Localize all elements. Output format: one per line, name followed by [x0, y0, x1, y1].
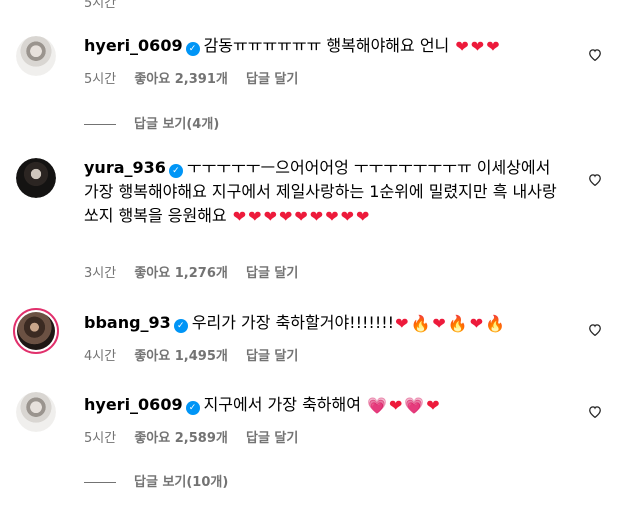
view-replies-button[interactable]: 답글 보기(4개) — [84, 113, 219, 132]
heart-emoji-icon: ❤ — [325, 207, 339, 226]
avatar[interactable] — [16, 392, 56, 432]
view-replies-label: 답글 보기(4개) — [134, 117, 220, 132]
reply-divider-line — [84, 482, 116, 483]
heart-outline-icon[interactable] — [586, 45, 604, 63]
heart-emoji-icon: ❤ — [469, 314, 484, 333]
comment-text: 우리가 가장 축하할거야!!!!!!! — [191, 313, 395, 332]
avatar[interactable] — [16, 36, 56, 76]
heart-emoji-icon: ❤ — [356, 207, 370, 226]
comment-text: 감동ㅠㅠㅠㅠㅠㅠ 행복해야해요 언니 — [203, 36, 450, 55]
fire-emoji-icon: 🔥 — [410, 314, 431, 333]
heart-outline-icon[interactable] — [586, 402, 604, 420]
comment-time[interactable]: 5시간 — [84, 431, 116, 446]
previous-comment-time: 5시간 — [84, 0, 117, 11]
comment-time[interactable]: 5시간 — [84, 72, 116, 87]
heart-emoji-icon: ❤ — [432, 314, 446, 333]
like-count[interactable]: 좋아요 2,589개 — [134, 431, 228, 446]
view-replies-label: 답글 보기(10개) — [134, 475, 229, 490]
heart-emoji-icon: ❤ — [340, 207, 354, 226]
heart-outline-icon[interactable] — [586, 320, 604, 338]
heart-emoji-icon: ❤ — [294, 207, 308, 226]
heart-emoji-icon: ❤ — [309, 207, 324, 226]
comment-username[interactable]: hyeri_0609 — [84, 36, 183, 55]
heart-emoji-icon: ❤ — [426, 396, 440, 415]
pink-heart-emoji-icon: 💗 — [367, 396, 387, 415]
pink-heart-emoji-icon: 💗 — [404, 396, 425, 415]
heart-emoji-icon: ❤ — [263, 207, 277, 226]
like-count[interactable]: 좋아요 1,276개 — [134, 266, 228, 281]
reply-divider-line — [84, 124, 116, 125]
fire-emoji-icon: 🔥 — [485, 314, 506, 333]
fire-emoji-icon: 🔥 — [447, 314, 468, 333]
reply-button[interactable]: 답글 달기 — [246, 266, 298, 281]
heart-emoji-icon: ❤ — [455, 37, 469, 56]
comment-username[interactable]: bbang_93 — [84, 313, 171, 332]
verified-badge-icon: ✓ — [168, 164, 183, 178]
reply-button[interactable]: 답글 달기 — [246, 72, 298, 87]
comment-username[interactable]: yura_936 — [84, 158, 166, 177]
heart-emoji-icon: ❤ — [486, 37, 500, 56]
comment-username[interactable]: hyeri_0609 — [84, 395, 183, 414]
heart-emoji-icon: ❤ — [278, 207, 293, 226]
comment-time[interactable]: 3시간 — [84, 266, 116, 281]
heart-emoji-icon: ❤ — [470, 37, 485, 56]
comment-text: 지구에서 가장 축하해여 — [203, 395, 361, 414]
heart-emoji-icon: ❤ — [248, 207, 262, 226]
like-count[interactable]: 좋아요 2,391개 — [134, 72, 228, 87]
heart-emoji-icon: ❤ — [232, 207, 247, 226]
avatar[interactable] — [13, 308, 59, 354]
heart-outline-icon[interactable] — [586, 170, 604, 188]
verified-badge-icon: ✓ — [185, 401, 200, 415]
like-count[interactable]: 좋아요 1,495개 — [134, 349, 228, 364]
verified-badge-icon: ✓ — [185, 42, 200, 56]
reply-button[interactable]: 답글 달기 — [246, 349, 298, 364]
heart-emoji-icon: ❤ — [388, 396, 403, 415]
avatar[interactable] — [16, 158, 56, 198]
reply-button[interactable]: 답글 달기 — [246, 431, 298, 446]
comment-time[interactable]: 4시간 — [84, 349, 116, 364]
verified-badge-icon: ✓ — [173, 319, 188, 333]
view-replies-button[interactable]: 답글 보기(10개) — [84, 471, 228, 490]
heart-emoji-icon: ❤ — [395, 314, 409, 333]
